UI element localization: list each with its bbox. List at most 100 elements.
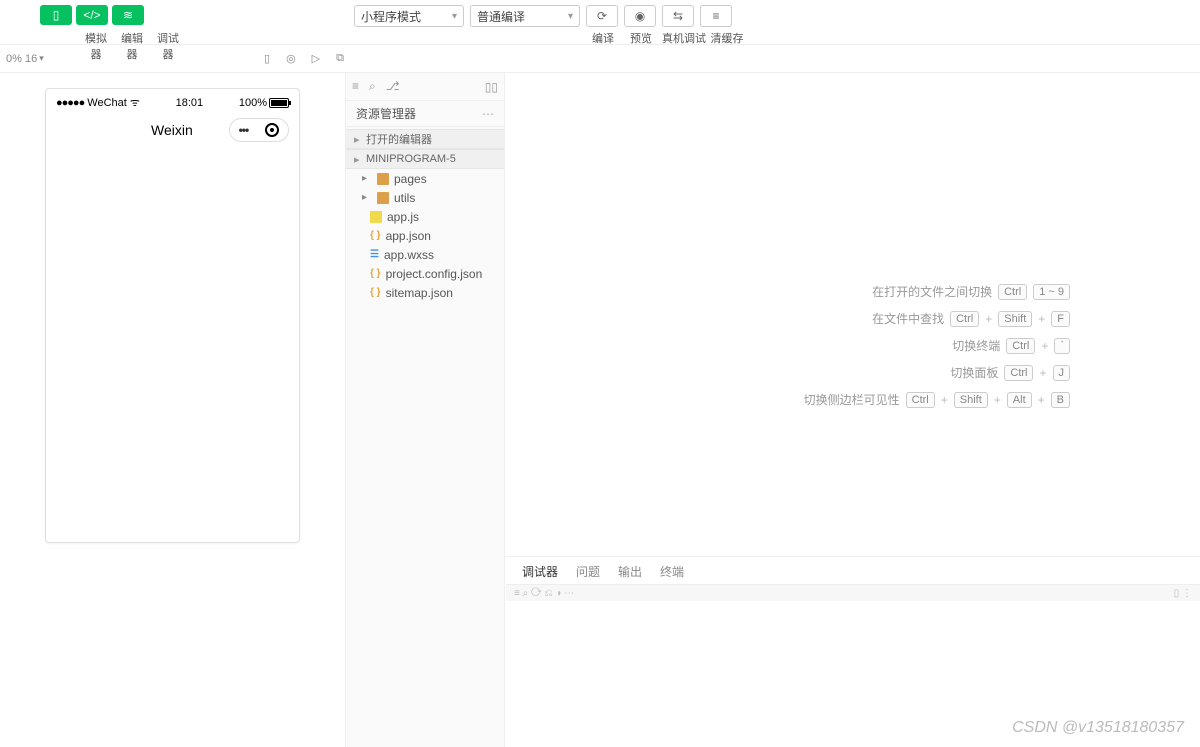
clear-cache-label: 清缓存 [708,30,746,46]
chevron-right-icon: ▸ [362,173,372,184]
shortcut-hints: 在打开的文件之间切换 Ctrl 1 ~ 9 在文件中查找 Ctrl + Shif… [804,273,1070,418]
plus-separator: + [1039,366,1046,380]
chevron-right-icon: ▸ [354,133,366,146]
eye-icon: ◉ [635,9,645,23]
shortcut-label: 切换面板 [950,364,998,381]
tree-item-file[interactable]: app.js [346,207,504,226]
tree-item-file[interactable]: { } sitemap.json [346,283,504,302]
tab-terminal[interactable]: 终端 [660,563,684,580]
preview-button[interactable]: ◉ [624,5,656,27]
plus-separator: + [1041,339,1048,353]
tree-item-label: project.config.json [386,267,483,281]
debugger-extra-icons[interactable]: ▯ ⋮ [1174,588,1192,599]
key-badge: F [1051,311,1070,327]
app-title: Weixin [151,122,193,138]
chevron-right-icon: ▸ [362,192,372,203]
more-icon[interactable]: ⋯ [482,107,494,121]
editor-tab-button[interactable]: </> [76,5,108,25]
key-badge: Ctrl [1006,338,1035,354]
branch-icon[interactable]: ⎇ [386,79,400,94]
chevron-right-icon: ▸ [354,153,366,166]
file-tree: ▸ 打开的编辑器 ▸ MINIPROGRAM-5 ▸ pages ▸ utils… [346,127,504,304]
compile-controls: 小程序模式 ▾ 普通编译 ▾ ⟳ ◉ ⇆ ≡ [354,5,732,27]
remote-debug-button[interactable]: ⇆ [662,5,694,27]
search-icon[interactable]: ⌕ [369,79,376,94]
view-switcher: ▯ </> ≋ [40,5,144,25]
mute-icon[interactable]: ▷ [312,52,320,65]
shortcut-label: 切换侧边栏可见性 [804,391,900,408]
split-editor-icon[interactable]: ▯▯ [485,80,498,94]
list-icon[interactable]: ≡ [352,79,359,94]
explorer-panel: ≡ ⌕ ⎇ ▯▯ 资源管理器 ⋯ ▸ 打开的编辑器 ▸ MINIPROGRAM-… [345,73,505,747]
signal-icon: ●●●●● [56,97,84,109]
plus-separator: + [1038,312,1045,326]
battery-pct: 100% [239,97,267,109]
layers-icon: ≡ [712,9,719,23]
simulator-tab-button[interactable]: ▯ [40,5,72,25]
capsule-button[interactable]: ••• [229,118,289,142]
tree-item-label: app.js [387,210,419,224]
record-icon[interactable]: ◎ [286,52,296,65]
top-toolbar: ▯ </> ≋ 模拟器 编辑器 调试器 小程序模式 ▾ 普通编译 ▾ ⟳ ◉ ⇆… [0,0,1200,45]
folder-icon [377,173,389,185]
open-editors-section[interactable]: ▸ 打开的编辑器 [346,129,504,149]
clock-label: 18:01 [176,97,204,109]
key-badge: Ctrl [950,311,979,327]
editor-pane: 在打开的文件之间切换 Ctrl 1 ~ 9 在文件中查找 Ctrl + Shif… [505,73,1200,747]
shortcut-label: 在文件中查找 [872,310,944,327]
clear-cache-button[interactable]: ≡ [700,5,732,27]
key-badge: ` [1054,338,1070,354]
tab-output[interactable]: 输出 [618,563,642,580]
explorer-title-row: 资源管理器 ⋯ [346,101,504,127]
editor-tab-label: 编辑器 [116,30,148,62]
simulator-tab-label: 模拟器 [80,30,112,62]
tree-item-file[interactable]: { } project.config.json [346,264,504,283]
tab-debugger[interactable]: 调试器 [522,563,558,580]
shortcut-row: 在文件中查找 Ctrl + Shift + F [804,310,1070,327]
carrier-label: ●●●●● WeChat ᯤ [56,95,140,110]
plus-separator: + [994,393,1001,407]
compile-dropdown[interactable]: 普通编译 ▾ [470,5,580,27]
shortcut-label: 在打开的文件之间切换 [872,283,992,300]
compile-icon: ⟳ [597,9,607,23]
project-label: MINIPROGRAM-5 [366,153,456,165]
plus-separator: + [985,312,992,326]
shortcut-label: 切换终端 [952,337,1000,354]
simulator-actions: ▯ ◎ ▷ ⧉ [264,52,344,65]
key-badge: Shift [954,392,988,408]
shortcut-row: 切换侧边栏可见性 Ctrl + Shift + Alt + B [804,391,1070,408]
mode-dropdown[interactable]: 小程序模式 ▾ [354,5,464,27]
zoom-indicator[interactable]: 0% 16 ▾ [6,53,44,65]
chevron-down-icon: ▾ [39,53,44,64]
shortcut-row: 切换终端 Ctrl + ` [804,337,1070,354]
tree-item-folder[interactable]: ▸ utils [346,188,504,207]
shortcut-row: 在打开的文件之间切换 Ctrl 1 ~ 9 [804,283,1070,300]
tree-item-folder[interactable]: ▸ pages [346,169,504,188]
key-badge: Alt [1007,392,1032,408]
phone-icon: ▯ [53,8,60,22]
wifi-icon: ᯤ [130,97,140,109]
tree-item-label: sitemap.json [386,286,453,300]
tree-item-file[interactable]: ☰ app.wxss [346,245,504,264]
chevron-down-icon: ▾ [452,11,457,22]
zoom-value: 0% 16 [6,53,37,65]
view-switcher-labels: 模拟器 编辑器 调试器 [80,30,184,62]
bottom-panel-tabs: 调试器 问题 输出 终端 [506,557,1200,585]
compile-button[interactable]: ⟳ [586,5,618,27]
simulator-status-bar-top: ●●●●● WeChat ᯤ 18:01 100% [46,89,299,112]
tab-problems[interactable]: 问题 [576,563,600,580]
device-icon[interactable]: ▯ [264,52,270,65]
battery-icon [269,98,289,108]
project-section[interactable]: ▸ MINIPROGRAM-5 [346,149,504,169]
debugger-tab-button[interactable]: ≋ [112,5,144,25]
compile-label: 编译 [584,30,622,46]
tree-item-file[interactable]: { } app.json [346,226,504,245]
bottom-panel: 调试器 问题 输出 终端 ≡ ⌕ ⟳ ⎌ ◑ ⋯ ▯ ⋮ [506,556,1200,601]
key-badge: B [1051,392,1070,408]
devtools-icons[interactable]: ≡ ⌕ ⟳ ⎌ ◑ ⋯ [514,588,574,599]
copy-icon[interactable]: ⧉ [336,52,344,65]
simulator-pane: ●●●●● WeChat ᯤ 18:01 100% Weixin ••• [0,73,345,747]
watermark: CSDN @v13518180357 [1012,719,1184,737]
tree-item-label: pages [394,172,427,186]
json-file-icon: { } [370,230,381,241]
